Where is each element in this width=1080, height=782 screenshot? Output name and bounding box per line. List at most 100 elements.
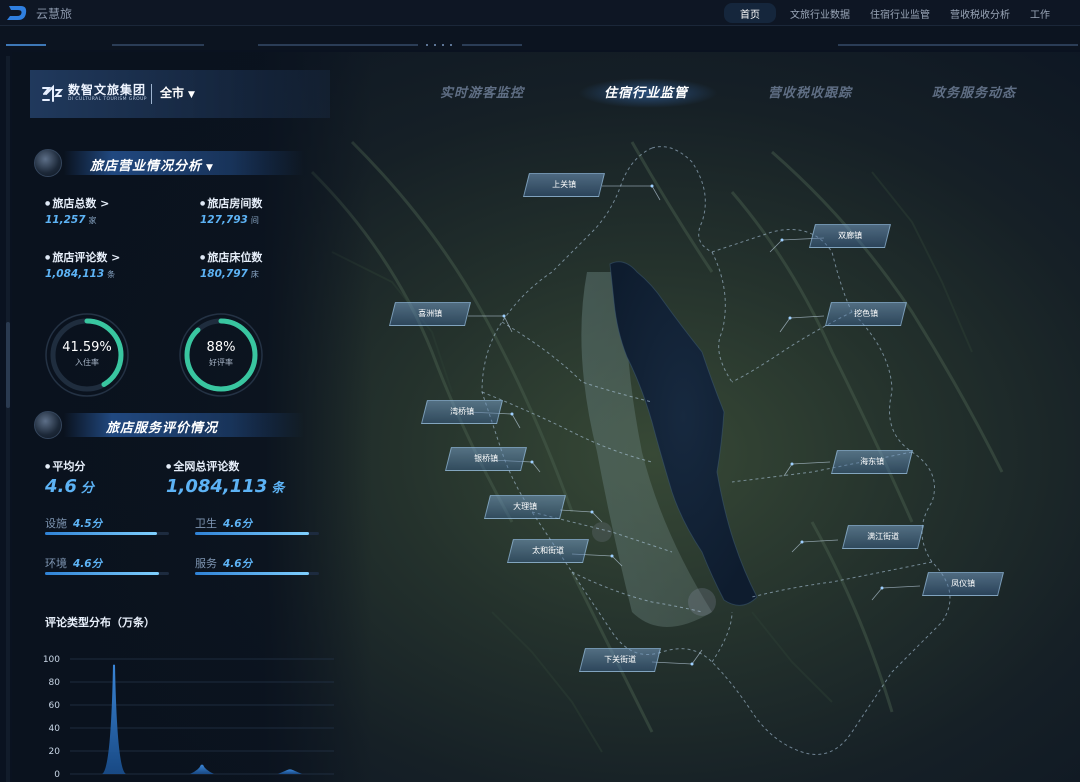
chart-y-tick-label: 40 <box>49 724 61 734</box>
place-label-wanqiao[interactable]: 湾桥镇 <box>421 400 503 424</box>
total-reviews-value: 1,084,113 条 <box>166 476 285 497</box>
chart-spike-1 <box>102 664 126 774</box>
score-bar-fill <box>45 532 157 535</box>
total-reviews-label: 全网总评论数 <box>166 458 284 474</box>
region-select[interactable]: 全市 ▼ <box>160 84 195 101</box>
tab-government-service-updates[interactable]: 政务服务动态 <box>932 82 1016 101</box>
stat-hotel-count[interactable]: 旅店总数 > 11,257家 <box>45 195 109 226</box>
frame-line <box>258 44 418 46</box>
group-name: 数智文旅集团 <box>68 83 147 97</box>
stat-review-count[interactable]: 旅店评论数 > 1,084,113条 <box>45 249 120 280</box>
chart-y-tick-label: 20 <box>49 747 61 757</box>
occupancy-rate-ring: 41.59% 入住率 <box>42 310 132 400</box>
score-bar-fill <box>195 572 310 575</box>
frame-dot <box>426 44 428 46</box>
score-name: 环境 <box>45 557 67 570</box>
score-value: 4.6分 <box>223 518 253 530</box>
business-section-title: 旅店营业情况分析 ▼ <box>90 159 214 174</box>
ring-label: 好评率 <box>209 358 233 367</box>
header-divider <box>151 84 152 104</box>
stat-value: 127,793 间 <box>200 214 259 226</box>
tab-realtime-visitor-monitor[interactable]: 实时游客监控 <box>440 82 524 101</box>
place-label-xiaguan[interactable]: 下关街道 <box>579 648 661 672</box>
frame-line <box>112 44 204 46</box>
top-nav: 首页 文旅行业数据 住宿行业监管 营收税收分析 工作 <box>724 3 1060 23</box>
ring-progress-arc <box>184 318 258 392</box>
score-name: 设施 <box>45 517 67 530</box>
region-select-value: 全市 <box>160 86 185 100</box>
service-section-header: 旅店服务评价情况 <box>34 410 304 440</box>
place-label-fengyi[interactable]: 凤仪镇 <box>922 572 1004 596</box>
group-header: 数智文旅集团 DI CULTURAL TOURISM GROUP 全市 ▼ <box>30 70 330 118</box>
place-label-manjiang[interactable]: 满江街道 <box>842 525 924 549</box>
stat-value: 1,084,113 条 <box>45 268 116 280</box>
frame-line <box>838 44 1078 46</box>
place-label-dali[interactable]: 大理镇 <box>484 495 566 519</box>
top-nav-lodging-regulation[interactable]: 住宿行业监管 <box>860 3 940 23</box>
place-label-yinqiao[interactable]: 银桥镇 <box>445 447 527 471</box>
frame-dot <box>442 44 444 46</box>
top-nav-work[interactable]: 工作 <box>1020 3 1060 23</box>
total-reviews: 全网总评论数 1,084,113条 <box>166 458 284 497</box>
app-name: 云慧旅 <box>36 7 73 21</box>
section-orb-icon <box>34 411 62 439</box>
tab-lodging-regulation[interactable]: 住宿行业监管 <box>604 82 688 101</box>
frame-accent-line <box>6 44 46 46</box>
place-label-taihe[interactable]: 太和街道 <box>507 539 589 563</box>
chart-y-tick-label: 0 <box>54 770 60 780</box>
score-value: 4.6分 <box>73 558 103 570</box>
tab-revenue-tax-tracking[interactable]: 营收税收跟踪 <box>768 82 852 101</box>
score-bar-track <box>45 532 169 535</box>
positive-rate-ring: 88% 好评率 <box>176 310 266 400</box>
stat-label: 旅店评论数 > <box>45 249 120 265</box>
score-service: 服务 4.6分 <box>195 552 319 582</box>
top-bar: 云慧旅 首页 文旅行业数据 住宿行业监管 营收税收分析 工作 <box>0 0 1080 26</box>
chart-y-tick-label: 60 <box>49 701 61 711</box>
ring-outer-track <box>45 313 129 397</box>
ring-value: 41.59% <box>62 340 112 355</box>
score-bar-fill <box>195 532 310 535</box>
score-value: 4.6分 <box>223 558 253 570</box>
place-label-shuanglang[interactable]: 双廊镇 <box>809 224 891 248</box>
place-label-wase[interactable]: 挖色镇 <box>825 302 907 326</box>
chart-y-tick-label: 100 <box>43 655 60 665</box>
stat-room-count: 旅店房间数 127,793间 <box>200 195 262 226</box>
group-logo-icon <box>42 84 64 102</box>
top-nav-revenue-tax-analysis[interactable]: 营收税收分析 <box>940 3 1020 23</box>
ring-gauge <box>45 313 129 397</box>
ring-gauge <box>179 313 263 397</box>
window-frame-bar <box>0 26 1080 50</box>
place-label-haidong[interactable]: 海东镇 <box>831 450 913 474</box>
frame-dot <box>434 44 436 46</box>
frame-dot <box>450 44 452 46</box>
average-score: 平均分 4.6分 <box>45 458 94 497</box>
group-subtitle: DI CULTURAL TOURISM GROUP <box>68 97 147 102</box>
top-nav-culture-tourism-data[interactable]: 文旅行业数据 <box>780 3 860 23</box>
chart-spike-2 <box>190 764 214 774</box>
score-environment: 环境 4.6分 <box>45 552 169 582</box>
stat-label: 旅店总数 > <box>45 195 109 211</box>
chart-y-tick-label: 80 <box>49 678 61 688</box>
frame-line <box>462 44 522 46</box>
place-label-shangguan[interactable]: 上关镇 <box>523 173 605 197</box>
chevron-down-icon: ▼ <box>188 90 195 100</box>
top-nav-home[interactable]: 首页 <box>724 3 776 23</box>
score-value: 4.5分 <box>73 518 103 530</box>
scrollbar-thumb[interactable] <box>6 322 10 408</box>
business-section-header[interactable]: 旅店营业情况分析 ▼ <box>34 148 304 178</box>
section-orb-icon <box>34 149 62 177</box>
score-hygiene: 卫生 4.6分 <box>195 512 319 542</box>
stat-label: 旅店床位数 <box>200 249 262 265</box>
score-bar-track <box>45 572 169 575</box>
average-score-label: 平均分 <box>45 458 94 474</box>
place-label-xizhou[interactable]: 喜洲镇 <box>389 302 471 326</box>
ring-value: 88% <box>206 340 236 355</box>
score-bar-track <box>195 572 319 575</box>
scrollbar-track[interactable] <box>6 56 10 782</box>
score-bar-track <box>195 532 319 535</box>
chart-spike-3 <box>278 769 302 774</box>
chevron-down-icon: ▼ <box>206 163 214 173</box>
ring-outer-track <box>179 313 263 397</box>
score-facilities: 设施 4.5分 <box>45 512 169 542</box>
ring-label: 入住率 <box>75 358 99 367</box>
